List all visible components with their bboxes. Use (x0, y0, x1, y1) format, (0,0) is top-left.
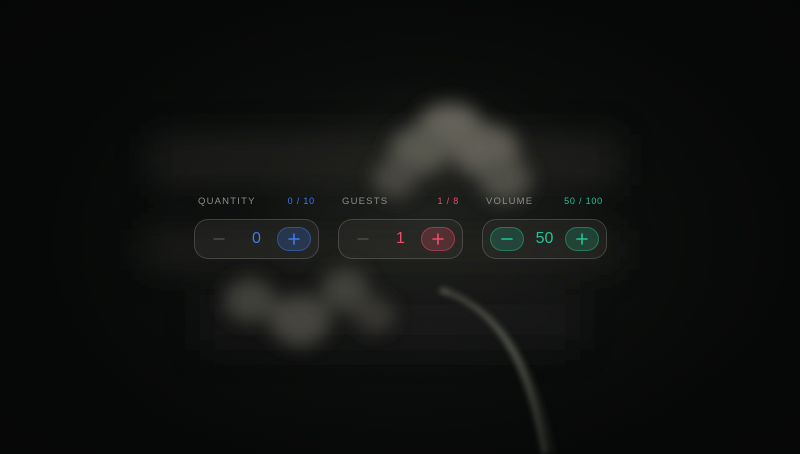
quantity-count: 0 / 10 (287, 196, 315, 206)
plus-icon (287, 232, 301, 246)
quantity-stepper-control: 0 (194, 219, 319, 259)
quantity-value: 0 (252, 230, 261, 247)
quantity-stepper: QUANTITY 0 / 10 0 (194, 196, 319, 259)
minus-icon (356, 232, 370, 246)
guests-decrement-button[interactable] (346, 227, 380, 251)
guests-label-row: GUESTS 1 / 8 (338, 196, 463, 210)
guests-label: GUESTS (342, 196, 389, 207)
quantity-label-row: QUANTITY 0 / 10 (194, 196, 319, 210)
volume-decrement-button[interactable] (490, 227, 524, 251)
quantity-increment-button[interactable] (277, 227, 311, 251)
page-stage: QUANTITY 0 / 10 0 GUESTS 1 / 8 1 VOLUME … (0, 0, 800, 454)
volume-stepper-control: 50 (482, 219, 607, 259)
quantity-decrement-button[interactable] (202, 227, 236, 251)
volume-count: 50 / 100 (564, 196, 603, 206)
volume-label: VOLUME (486, 196, 534, 207)
volume-value: 50 (535, 230, 554, 247)
volume-label-row: VOLUME 50 / 100 (482, 196, 607, 210)
minus-icon (500, 232, 514, 246)
guests-stepper: GUESTS 1 / 8 1 (338, 196, 463, 259)
guests-count: 1 / 8 (437, 196, 459, 206)
guests-increment-button[interactable] (421, 227, 455, 251)
plus-icon (431, 232, 445, 246)
stepper-row: QUANTITY 0 / 10 0 GUESTS 1 / 8 1 VOLUME … (194, 196, 607, 259)
guests-value: 1 (396, 230, 405, 247)
guests-stepper-control: 1 (338, 219, 463, 259)
quantity-label: QUANTITY (198, 196, 256, 207)
minus-icon (212, 232, 226, 246)
volume-increment-button[interactable] (565, 227, 599, 251)
volume-stepper: VOLUME 50 / 100 50 (482, 196, 607, 259)
plus-icon (575, 232, 589, 246)
